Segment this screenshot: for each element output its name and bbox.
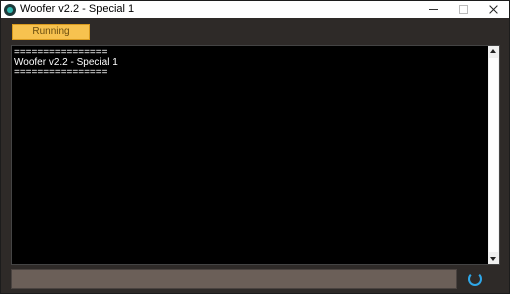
console-text: ================ Woofer v2.2 - Special 1… [14,48,118,78]
close-icon[interactable] [479,1,509,18]
maximize-icon[interactable] [449,1,479,18]
loading-spinner-icon [468,272,482,286]
command-input[interactable] [11,269,457,289]
window-controls [419,1,509,18]
scroll-down-icon[interactable] [488,253,499,264]
woofer-logo-icon[interactable] [4,3,16,16]
console-scrollbar[interactable] [488,46,499,264]
minimize-icon[interactable] [419,1,449,18]
app-window: Woofer v2.2 - Special 1 Running ========… [0,0,510,294]
console-output: ================ Woofer v2.2 - Special 1… [11,45,500,265]
status-button[interactable]: Running [12,24,90,40]
scroll-thumb[interactable] [489,58,498,252]
scroll-up-icon[interactable] [488,46,499,57]
title-bar[interactable]: Woofer v2.2 - Special 1 [1,1,509,18]
window-title: Woofer v2.2 - Special 1 [20,3,135,15]
